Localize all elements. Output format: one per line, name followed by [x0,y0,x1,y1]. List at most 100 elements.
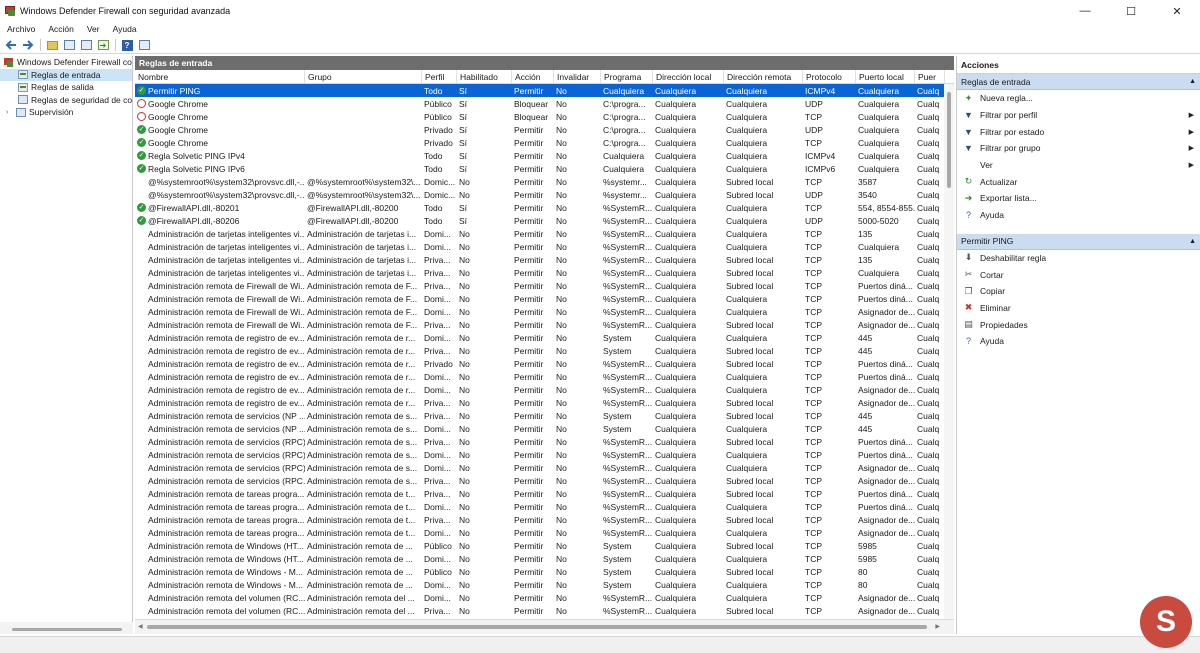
properties-toolbar-button[interactable] [79,39,93,52]
table-row[interactable]: @%systemroot%\system32\provsvc.dll,-... @… [135,175,954,188]
table-row[interactable]: Administración remota de servicios (RPC)… [135,435,954,448]
table-row[interactable]: Administración remota de Firewall de Wi.… [135,318,954,331]
tree-horizontal-scrollbar[interactable] [0,622,133,634]
table-row[interactable]: Administración remota de Windows (HT... A… [135,552,954,565]
table-row[interactable]: Google Chrome Público Sí Bloquear No C:\progr… [135,110,954,123]
tree-item-inbound-rules[interactable]: Reglas de entrada [0,68,132,81]
table-row[interactable]: Administración remota de servicios (RPC)… [135,448,954,461]
table-row[interactable]: ✓ Regla Solvetic PING IPv4 Todo Sí Permitir N… [135,149,954,162]
up-level-button[interactable] [45,39,59,52]
action-item[interactable]: ? Ayuda [957,207,1200,224]
tree-item-outbound-rules[interactable]: Reglas de salida [0,81,132,94]
scroll-right-icon[interactable]: ▶ [935,623,940,630]
table-row[interactable]: Administración remota de Firewall de Wi.… [135,279,954,292]
action-pane-button[interactable] [137,39,151,52]
table-row[interactable]: Administración remota de registro de ev.… [135,396,954,409]
table-row[interactable]: Administración remota de registro de ev.… [135,370,954,383]
table-row[interactable]: Administración de tarjetas inteligentes … [135,227,954,240]
column-header[interactable]: Dirección remota [724,70,803,83]
column-header[interactable]: Perfil [422,70,457,83]
menu-ayuda[interactable]: Ayuda [106,24,143,34]
vertical-scrollbar[interactable] [944,84,954,619]
menu-archivo[interactable]: Archivo [0,24,41,34]
column-header[interactable]: Protocolo [803,70,856,83]
action-item[interactable]: ? Ayuda [957,333,1200,350]
table-row[interactable]: Administración remota de Windows - M... A… [135,578,954,591]
table-row[interactable]: Administración remota del volumen (RC...… [135,604,954,617]
table-row[interactable]: Administración remota de Windows (HT... A… [135,539,954,552]
table-row[interactable]: Administración remota de Windows - M... A… [135,565,954,578]
action-item[interactable]: ✂ Cortar [957,266,1200,283]
column-header[interactable]: Dirección local [653,70,724,83]
scrollbar-thumb[interactable] [947,92,951,188]
column-header[interactable]: Acción [512,70,554,83]
table-row[interactable]: ✓ Permitir PING Todo Sí Permitir No Cualquiera… [135,84,954,97]
table-row[interactable]: ✓ Regla Solvetic PING IPv6 Todo Sí Permitir N… [135,162,954,175]
table-row[interactable]: Administración remota de Firewall de Wi.… [135,292,954,305]
table-row[interactable]: Administración de tarjetas inteligentes … [135,266,954,279]
back-button[interactable] [4,39,18,52]
action-item[interactable]: ✖ Eliminar [957,300,1200,317]
table-row[interactable]: Administración remota de tareas progra..… [135,500,954,513]
table-row[interactable]: ✓ @FirewallAPI.dll,-80201 @FirewallAPI.dll… [135,201,954,214]
menu-ver[interactable]: Ver [80,24,106,34]
action-item[interactable]: ▼ Filtrar por estado ▶ [957,123,1200,140]
action-item[interactable]: ▼ Filtrar por perfil ▶ [957,107,1200,124]
action-item[interactable]: ➔ Exportar lista... [957,190,1200,207]
table-row[interactable]: Administración de tarjetas inteligentes … [135,240,954,253]
table-row[interactable]: Administración remota de tareas progra..… [135,526,954,539]
action-item[interactable]: ↻ Actualizar [957,173,1200,190]
table-row[interactable]: Administración remota de servicios (RPC)… [135,461,954,474]
table-row[interactable]: Administración remota de tareas progra..… [135,513,954,526]
table-row[interactable]: Google Chrome Público Sí Bloquear No C:\progr… [135,97,954,110]
table-row[interactable]: Administración remota de registro de ev.… [135,357,954,370]
table-row[interactable]: Administración de tarjetas inteligentes … [135,253,954,266]
column-header[interactable]: Grupo [305,70,422,83]
column-header[interactable]: Puerto local [856,70,915,83]
column-header[interactable]: Programa [601,70,653,83]
table-row[interactable]: Administración remota de tareas progra..… [135,487,954,500]
actions-section-header[interactable]: Reglas de entrada ▲ [957,74,1200,90]
column-header[interactable]: Nombre [135,70,305,83]
table-row[interactable]: Administración remota de servicios (RPC.… [135,474,954,487]
horizontal-scrollbar[interactable]: ◀ ▶ [135,619,954,634]
show-hide-tree-button[interactable] [62,39,76,52]
table-row[interactable]: Administración remota de servicios (NP .… [135,422,954,435]
action-item[interactable]: ✦ Nueva regla... [957,90,1200,107]
table-row[interactable]: Administración remota de registro de ev.… [135,331,954,344]
export-toolbar-button[interactable]: ➔ [96,39,110,52]
column-header[interactable]: Invalidar [554,70,601,83]
action-item[interactable]: ❐ Copiar [957,283,1200,300]
forward-button[interactable] [21,39,35,52]
table-row[interactable]: Administración remota del volumen (RC...… [135,591,954,604]
collapse-chevron-icon[interactable]: ▲ [1189,238,1196,245]
table-row[interactable]: Administración remota de servicios (NP .… [135,409,954,422]
table-row[interactable]: Administración remota de registro de ev.… [135,344,954,357]
column-header[interactable]: Puer [915,70,945,83]
tree-item-monitoring[interactable]: › Supervisión [0,106,132,119]
minimize-button[interactable]: — [1062,0,1108,22]
maximize-button[interactable]: ☐ [1108,0,1154,22]
table-row[interactable]: ✓ Google Chrome Privado Sí Permitir No C:\prog… [135,136,954,149]
scroll-left-icon[interactable]: ◀ [138,623,143,630]
column-header[interactable]: Habilitado [457,70,512,83]
expand-chevron-icon[interactable]: › [6,109,14,116]
table-row[interactable]: ✓ Google Chrome Privado Sí Permitir No C:\prog… [135,123,954,136]
action-item[interactable]: ▤ Propiedades [957,316,1200,333]
action-item[interactable]: ▼ Filtrar por grupo ▶ [957,140,1200,157]
action-item[interactable]: ⬇ Deshabilitar regla [957,250,1200,267]
tree-item-connection-security[interactable]: Reglas de seguridad de con [0,94,132,107]
table-row[interactable]: ✓ @FirewallAPI.dll,-80206 @FirewallAPI.dll… [135,214,954,227]
menu-accion[interactable]: Acción [41,24,80,34]
close-button[interactable]: ✕ [1154,0,1200,22]
collapse-chevron-icon[interactable]: ▲ [1189,78,1196,85]
table-row[interactable]: Administración remota de registro de ev.… [135,383,954,396]
tree-item-root[interactable]: Windows Defender Firewall con [0,56,132,69]
scrollbar-thumb[interactable] [147,625,927,629]
table-row[interactable]: @%systemroot%\system32\provsvc.dll,-... @… [135,188,954,201]
scrollbar-thumb[interactable] [12,628,122,631]
help-toolbar-button[interactable]: ? [120,39,134,52]
table-row[interactable]: Administración remota de Firewall de Wi.… [135,305,954,318]
actions-section-header[interactable]: Permitir PING ▲ [957,233,1200,250]
action-item[interactable]: Ver ▶ [957,157,1200,174]
